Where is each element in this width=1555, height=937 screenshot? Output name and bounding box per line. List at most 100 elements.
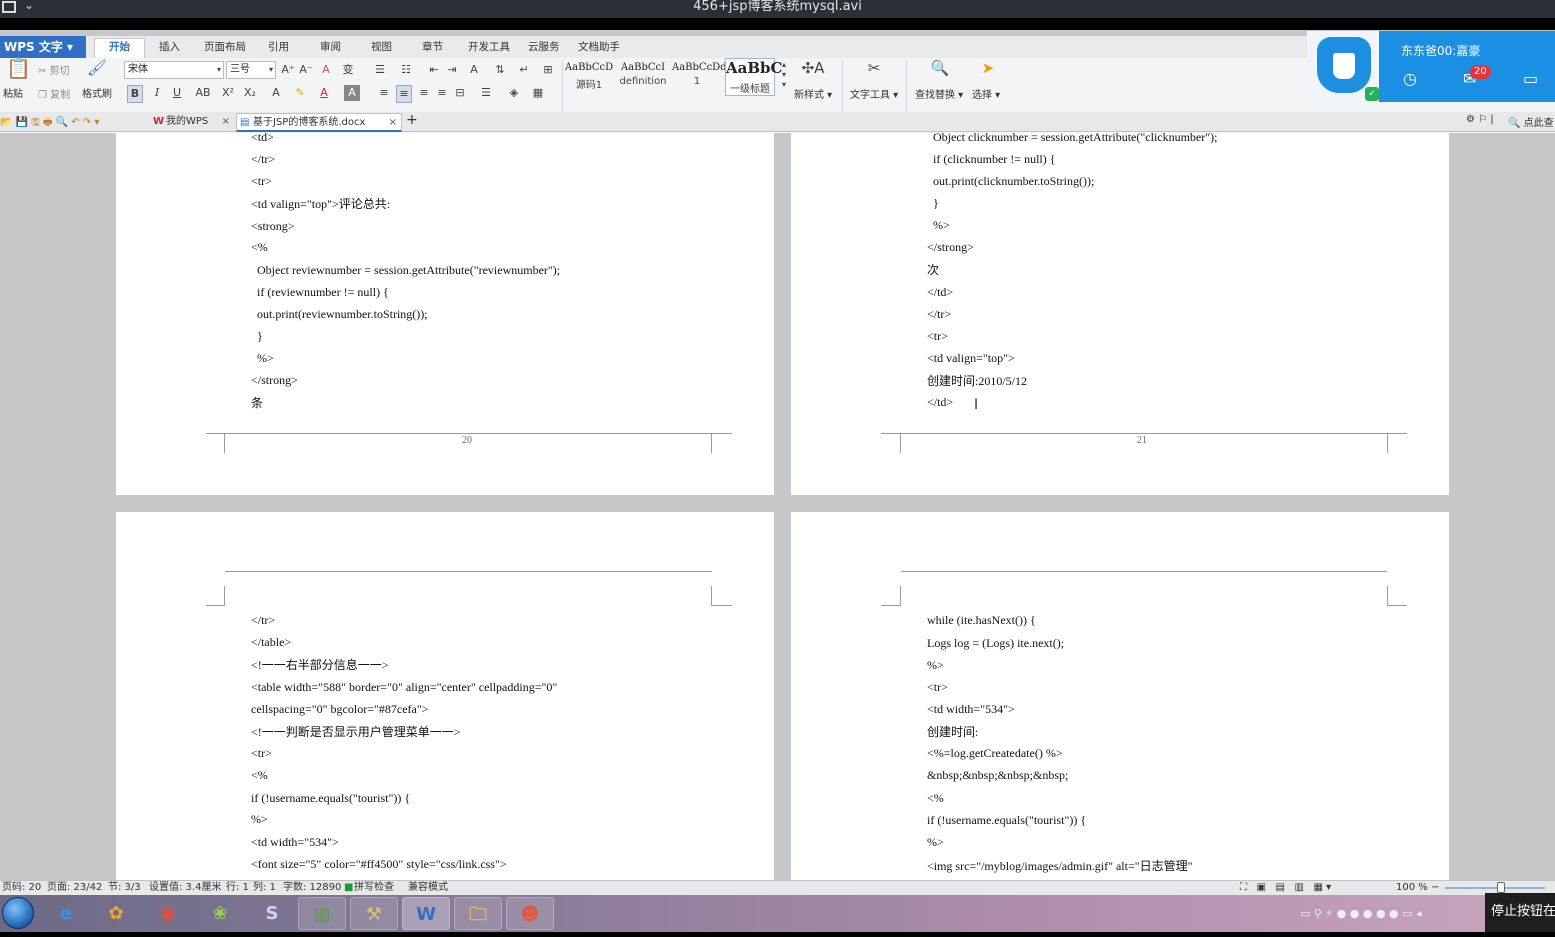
zoom-slider[interactable] (1445, 887, 1545, 889)
tools-icon[interactable]: ⚒ (350, 897, 398, 930)
close-icon[interactable]: × (389, 114, 397, 131)
font-size-select[interactable]: 三号 (226, 61, 276, 79)
tab-home[interactable]: 开始 (94, 38, 145, 58)
numbering-icon[interactable]: ☷ (398, 62, 414, 78)
underline-icon[interactable]: U (169, 85, 185, 101)
format-painter-icon[interactable]: 🖌 (86, 60, 108, 76)
notification-toast[interactable]: 停止按钮在 (1485, 893, 1555, 937)
char-shading-icon[interactable]: A (344, 85, 360, 101)
text-effect-icon[interactable]: A (268, 85, 284, 101)
style-definition[interactable]: AaBbCcI definition (618, 58, 668, 96)
align-right-icon[interactable]: ≡ (416, 85, 432, 101)
status-spellcheck[interactable]: 拼写检查 (354, 881, 394, 895)
search-input[interactable]: 🔍 点此查 (1508, 114, 1554, 129)
tab-view[interactable]: 视图 (371, 39, 392, 55)
tab-document[interactable]: ▤ 基于JSP的博客系统.docx × (236, 113, 402, 132)
system-tray-icons[interactable]: ▭ ⚲ ⚡ ● ● ● ● ● ▭ ◂ (1300, 907, 1422, 920)
style-1[interactable]: AaBbCcDd 1 (672, 58, 727, 96)
app-icon[interactable]: ▥ (298, 897, 346, 930)
code-line: 创建时间: (927, 725, 979, 739)
app-icon[interactable]: ☻ (506, 897, 554, 930)
align-left-icon[interactable]: ≡ (376, 85, 392, 101)
wps-writer-icon[interactable]: W (402, 897, 450, 930)
panel-icon[interactable]: ▭ (1523, 69, 1538, 88)
new-tab-icon[interactable]: + (406, 112, 418, 128)
text-direction-icon[interactable]: A (466, 62, 482, 78)
wps-app-menu-button[interactable]: WPS 文字 ▾ (0, 36, 86, 58)
tab-bar-tools-icon[interactable]: ⚙ ⚐ | (1466, 114, 1494, 125)
clock-icon[interactable]: ◷ (1403, 69, 1417, 88)
show-marks-icon[interactable]: ↵ (516, 62, 532, 78)
status-pages[interactable]: 页面: 23/42 (47, 881, 102, 895)
tab-sections[interactable]: 章节 (422, 39, 443, 55)
new-style-button[interactable]: 新样式 ▾ (794, 86, 832, 101)
increase-indent-icon[interactable]: ⇥ (444, 62, 460, 78)
format-painter-button[interactable]: 格式刷 (82, 85, 112, 100)
zoom-out-icon[interactable]: − (1431, 881, 1439, 895)
find-replace-button[interactable]: 查找替换 ▾ (915, 86, 963, 101)
font-name-select[interactable]: 宋体 (124, 61, 224, 79)
table-icon[interactable]: ⊞ (540, 62, 556, 78)
tab-page-layout[interactable]: 页面布局 (204, 39, 246, 55)
avatar[interactable] (1317, 37, 1371, 93)
zoom-level[interactable]: 100 % (1396, 881, 1428, 895)
start-button[interactable] (2, 897, 34, 929)
app-icon[interactable]: ❀ (196, 897, 244, 930)
superscript-icon[interactable]: X² (220, 85, 236, 101)
grow-font-icon[interactable]: A⁺ (280, 62, 296, 78)
style-code1[interactable]: AaBbCcD 源码1 (564, 58, 614, 96)
bullets-icon[interactable]: ☰ (372, 62, 388, 78)
paste-icon[interactable]: 📋 (6, 58, 31, 78)
select-cursor-icon[interactable]: ➤ (978, 60, 998, 76)
borders-icon[interactable]: ▦ (530, 85, 546, 101)
shrink-font-icon[interactable]: A⁻ (298, 62, 314, 78)
view-mode-icons[interactable]: ⛶ ▣ ▤ ▥ ▦ ▾ (1240, 881, 1331, 895)
app-icon[interactable]: S (248, 897, 296, 930)
tab-doc-assistant[interactable]: 文档助手 (578, 39, 620, 55)
decrease-indent-icon[interactable]: ⇤ (426, 62, 442, 78)
code-line: </td> (927, 285, 954, 299)
bold-icon[interactable]: B (127, 85, 143, 103)
tab-cloud[interactable]: 云服务 (528, 39, 560, 55)
italic-icon[interactable]: I (149, 85, 165, 101)
paste-button[interactable]: 粘贴 (3, 85, 23, 100)
highlight-icon[interactable]: ✎ (292, 85, 308, 101)
tab-developer[interactable]: 开发工具 (468, 39, 510, 55)
font-color-icon[interactable]: A (316, 85, 332, 101)
select-button[interactable]: 选择 ▾ (972, 86, 1000, 101)
app-icon[interactable]: ✿ (92, 897, 140, 930)
subscript-icon[interactable]: X₂ (242, 85, 258, 101)
strikethrough-icon[interactable]: AB (193, 85, 213, 101)
new-style-icon[interactable]: ✣A (800, 60, 826, 76)
status-wordcount[interactable]: 字数: 12890 (283, 881, 341, 895)
folder-icon[interactable]: 🗀 (454, 897, 502, 930)
justify-icon[interactable]: ≡ (434, 85, 450, 101)
ie-icon[interactable]: e (42, 897, 90, 930)
tab-review[interactable]: 审阅 (320, 39, 341, 55)
line-spacing-icon[interactable]: ☰ (478, 85, 494, 101)
zoom-slider-thumb[interactable] (1497, 882, 1505, 893)
tab-references[interactable]: 引用 (268, 39, 289, 55)
find-replace-icon[interactable]: 🔍 (928, 60, 952, 76)
text-tools-button[interactable]: 文字工具 ▾ (850, 86, 898, 101)
sort-icon[interactable]: ⇅ (492, 62, 508, 78)
notification-popup[interactable]: ✓ 东东爸00:嘉豪 ◷ ✉ 20 ▭ (1307, 31, 1555, 102)
text-tools-icon[interactable]: ✂ (862, 60, 886, 76)
shading-icon[interactable]: ◈ (506, 85, 522, 101)
cut-button[interactable]: ✂ 剪切 (38, 62, 70, 77)
code-line: </tr> (251, 152, 276, 166)
copy-button[interactable]: ❐ 复制 (38, 86, 70, 101)
tab-my-wps[interactable]: W 我的WPS × (150, 113, 234, 132)
code-line: </strong> (927, 240, 974, 254)
phonetic-icon[interactable]: 变 (340, 62, 356, 78)
style-heading1[interactable]: AaBbC 一级标题 (725, 58, 782, 96)
close-icon[interactable]: × (222, 113, 230, 130)
align-center-icon[interactable]: ≡ (396, 85, 412, 103)
distribute-icon[interactable]: ⊟ (452, 85, 468, 101)
clear-format-icon[interactable]: A (318, 62, 334, 78)
quick-access-icons[interactable]: 📂 💾 🖫 🖶 🔍 ↶ ↷ ▾ (0, 115, 99, 132)
username-label[interactable]: 东东爸00:嘉豪 (1401, 42, 1480, 59)
styles-scroll-icon[interactable]: ▴ ▾ ▾ (776, 60, 792, 90)
chrome-icon[interactable]: ◉ (144, 897, 192, 930)
tab-insert[interactable]: 插入 (159, 39, 180, 55)
